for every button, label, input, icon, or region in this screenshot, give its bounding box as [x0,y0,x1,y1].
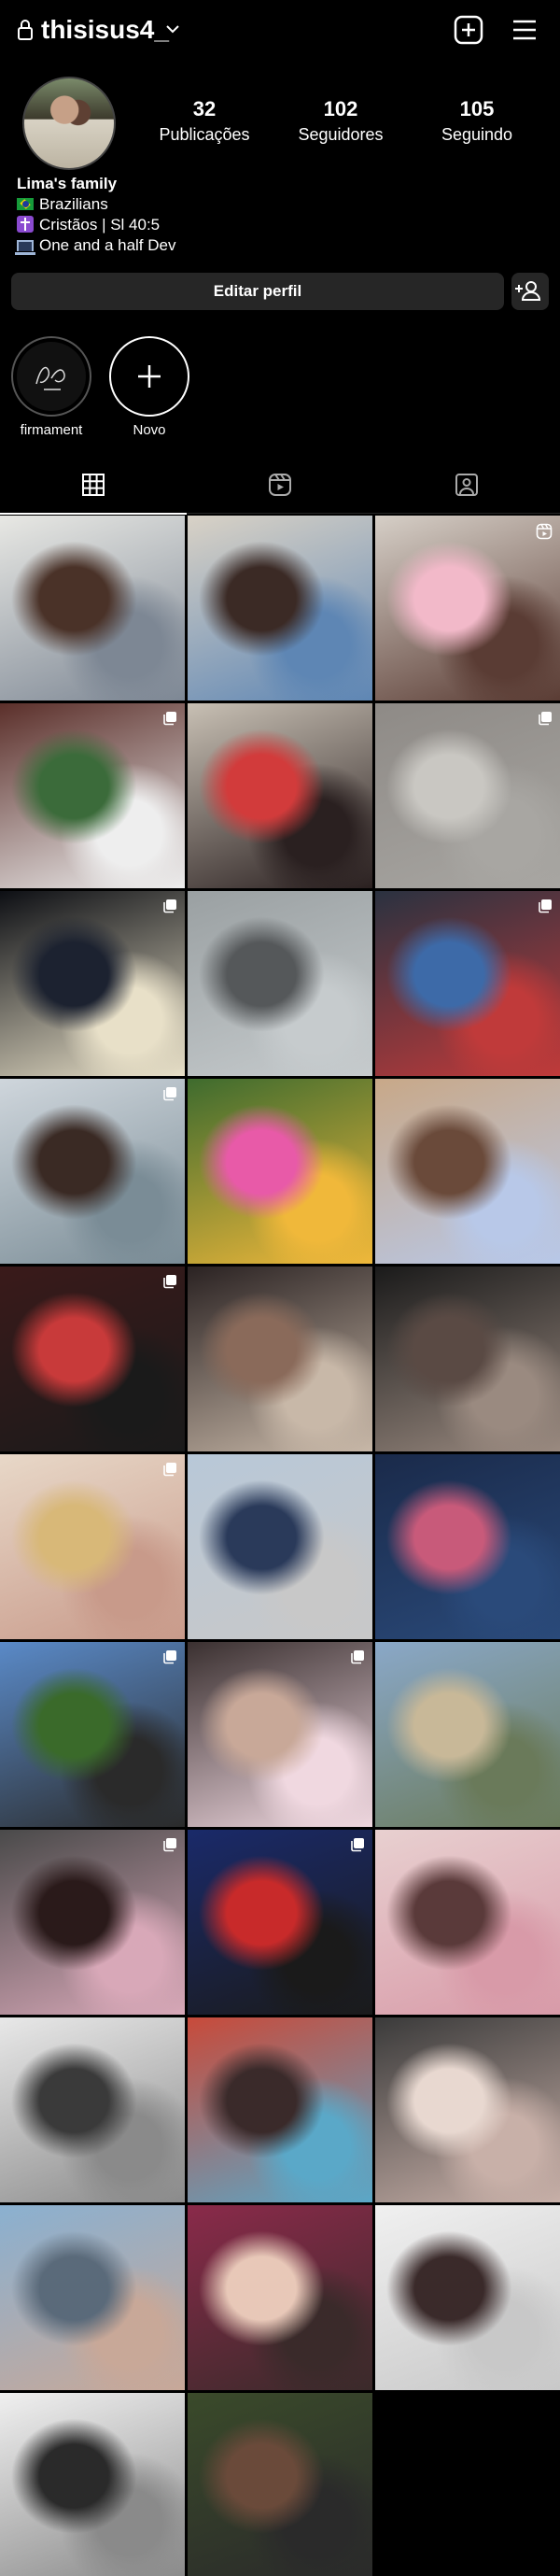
post-grid [0,516,560,2576]
highlight-cover [11,336,91,417]
post-thumbnail[interactable] [188,2017,372,2202]
chevron-down-icon[interactable] [164,21,181,37]
stat-following-label: Seguindo [441,125,513,144]
carousel-icon [351,1650,364,1664]
post-thumbnail[interactable] [0,516,185,701]
stat-followers[interactable]: 102 Seguidores [280,97,401,146]
post-thumbnail[interactable] [188,703,372,888]
discover-people-button[interactable] [511,273,549,310]
post-thumbnail[interactable] [375,703,560,888]
lock-icon [18,20,33,40]
tab-tagged[interactable] [373,456,560,514]
reel-icon [536,523,553,540]
highlight-firmament[interactable]: firmament [11,336,91,439]
post-thumbnail[interactable] [188,1642,372,1827]
post-thumbnail[interactable] [0,2017,185,2202]
highlight-label: Novo [133,422,166,438]
stat-posts-label: Publicações [159,125,250,144]
grid-icon [82,474,105,496]
laptop-icon [15,240,35,255]
tab-reels[interactable] [187,456,373,514]
post-thumbnail[interactable] [375,1454,560,1639]
post-thumbnail[interactable] [375,1830,560,2015]
carousel-icon [163,1838,176,1852]
create-post-icon[interactable] [452,13,485,47]
post-thumbnail[interactable] [188,1454,372,1639]
tagged-icon [455,474,478,496]
carousel-icon [163,1650,176,1664]
post-thumbnail[interactable] [0,891,185,1076]
content-tabs [0,456,560,515]
signature-logo-icon [35,366,65,390]
stat-followers-count: 102 [323,97,358,120]
carousel-icon [539,712,552,726]
stat-following[interactable]: 105 Seguindo [416,97,538,146]
bio-line: One and a half Dev [15,235,176,256]
avatar[interactable] [22,77,116,170]
highlight-label: firmament [20,422,83,438]
carousel-icon [163,1463,176,1477]
post-thumbnail[interactable] [188,516,372,701]
post-thumbnail[interactable] [0,1267,185,1451]
post-thumbnail[interactable] [188,891,372,1076]
add-user-icon [515,281,541,301]
post-thumbnail[interactable] [375,1642,560,1827]
post-thumbnail[interactable] [375,1079,560,1264]
highlight-new-ring [109,336,189,417]
post-thumbnail[interactable] [375,891,560,1076]
bio-line: Cristãos | Sl 40:5 [17,215,175,235]
highlight-new[interactable]: Novo [109,336,189,439]
post-thumbnail[interactable] [188,1267,372,1451]
edit-profile-button[interactable]: Editar perfil [11,273,504,310]
bio-line: Brazilians [17,194,175,215]
post-thumbnail[interactable] [188,2205,372,2390]
stat-followers-label: Seguidores [298,125,384,144]
post-thumbnail[interactable] [188,1079,372,1264]
reels-icon [269,474,291,496]
post-thumbnail[interactable] [375,2017,560,2202]
bio-line-text: Cristãos | Sl 40:5 [39,216,161,234]
post-thumbnail[interactable] [188,1830,372,2015]
post-thumbnail[interactable] [375,1267,560,1451]
brazil-flag-icon [17,198,34,210]
carousel-icon [163,1275,176,1289]
carousel-icon [539,899,552,913]
bio-line-text: One and a half Dev [39,236,176,254]
username[interactable]: thisisus4_ [41,13,169,47]
tab-posts-grid[interactable] [0,456,187,515]
cross-icon [17,216,34,233]
carousel-icon [163,899,176,913]
post-thumbnail[interactable] [375,516,560,701]
post-thumbnail[interactable] [0,1642,185,1827]
carousel-icon [163,712,176,726]
bio-line-text: Brazilians [39,195,108,213]
post-thumbnail[interactable] [0,2205,185,2390]
profile-name: Lima's family [17,175,118,192]
post-thumbnail[interactable] [0,1830,185,2015]
post-thumbnail[interactable] [0,2393,185,2576]
post-thumbnail[interactable] [0,1079,185,1264]
post-thumbnail[interactable] [375,2205,560,2390]
post-thumbnail[interactable] [0,1454,185,1639]
bio: Lima's family Brazilians Cristãos | Sl 4… [15,174,176,256]
post-thumbnail[interactable] [0,703,185,888]
stat-following-count: 105 [459,97,495,120]
stat-posts-count: 32 [192,97,217,120]
stat-posts[interactable]: 32 Publicações [144,97,265,146]
plus-icon [138,365,161,388]
post-thumbnail[interactable] [188,2393,372,2576]
carousel-icon [163,1087,176,1101]
menu-icon[interactable] [510,15,539,45]
carousel-icon [351,1838,364,1852]
top-bar: thisisus4_ [0,0,560,60]
